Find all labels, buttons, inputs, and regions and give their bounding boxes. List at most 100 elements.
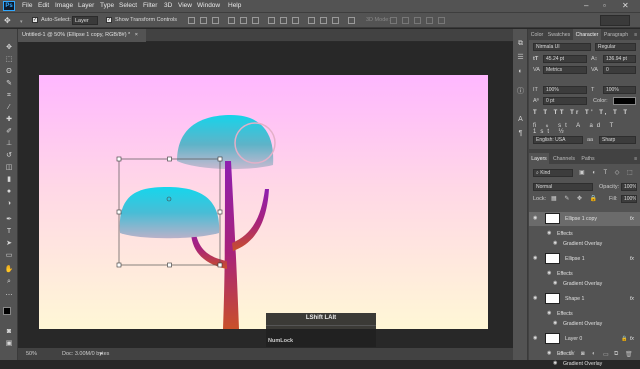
horizontal-scale-field[interactable]: 100% [603,86,636,94]
close-window-icon[interactable]: ✕ [622,1,629,10]
marquee-tool-icon[interactable]: ⬚ [4,55,14,64]
layer-row[interactable]: ◉ Layer 0 🔒 fx [529,332,640,346]
foreground-color-swatch[interactable] [3,307,11,315]
hand-tool-icon[interactable]: ✋ [4,265,14,274]
menu-layer[interactable]: Layer [78,2,94,9]
character-panel-icon[interactable]: A [516,115,525,124]
vertical-scale-field[interactable]: 100% [543,86,587,94]
document-tab[interactable]: Untitled-1 @ 50% (Ellipse 1 copy, RGB/8#… [18,29,146,42]
gradient-tool-icon[interactable]: ▮ [4,175,14,184]
screen-mode-icon[interactable]: ▣ [4,339,14,348]
effect-row[interactable]: ◉ Gradient Overlay [529,359,640,369]
tab-paths[interactable]: Paths [579,153,597,164]
3d-rotate-icon[interactable] [390,17,397,24]
tab-character[interactable]: Character [573,29,601,40]
layer-row[interactable]: ◉ Ellipse 1 copy fx [529,212,640,226]
quick-mask-icon[interactable]: ◙ [4,327,14,336]
align-right-icon[interactable] [252,17,259,24]
align-hcenter-icon[interactable] [240,17,247,24]
tab-paragraph[interactable]: Paragraph [602,29,630,40]
transform-handle-top-middle[interactable] [167,156,172,162]
distribute-vcenter-icon[interactable] [280,17,287,24]
leading-field[interactable]: 136.94 pt [603,55,636,63]
tab-color[interactable]: Color [529,29,545,40]
layer-thumbnail[interactable] [545,293,560,304]
menu-type[interactable]: Type [100,2,114,9]
effect-visibility-eye-icon[interactable]: ◉ [547,271,553,276]
auto-align-icon[interactable] [348,17,355,24]
quick-select-tool-icon[interactable]: ✎ [4,79,14,88]
zoom-tool-icon[interactable]: ⌕ [4,277,14,286]
path-selection-tool-icon[interactable]: ➤ [4,239,14,248]
layers-panel-menu-icon[interactable]: ≡ [631,153,640,164]
menu-file[interactable]: File [22,2,32,9]
layer-row[interactable]: ◉ Ellipse 1 fx [529,252,640,266]
font-style-select[interactable]: Regular [595,43,636,51]
transform-handle-bottom-middle[interactable] [167,262,172,268]
layer-fx-icon[interactable]: fx [630,296,634,302]
fill-field[interactable]: 100% [621,195,637,203]
distribute-left-icon[interactable] [308,17,315,24]
effect-row[interactable]: ◉ Gradient Overlay [529,279,640,289]
more-tools-icon[interactable]: ⋯ [4,291,14,300]
layer-row[interactable]: ◉ Shape 1 fx [529,292,640,306]
menu-edit[interactable]: Edit [38,2,49,9]
menu-view[interactable]: View [178,2,192,9]
paragraph-panel-icon[interactable]: ¶ [516,129,525,138]
3d-roll-icon[interactable] [402,17,409,24]
crop-tool-icon[interactable]: ⌗ [4,91,14,100]
effect-visibility-eye-icon[interactable]: ◉ [553,241,559,246]
antialias-select[interactable]: Sharp [599,136,636,144]
adjustment-icon[interactable]: ◐ [592,351,596,357]
minimize-icon[interactable]: – [584,1,588,10]
kerning-field[interactable]: Metrics [543,66,587,74]
effects-row[interactable]: ◉ Effects [529,269,640,279]
tab-layers[interactable]: Layers [529,153,549,164]
layer-fx-icon[interactable]: fx [630,256,634,262]
transform-handle-middle-left[interactable] [116,209,122,215]
move-tool-icon[interactable]: ✥ [4,43,14,52]
new-layer-icon[interactable]: ⧉ [614,351,618,358]
baseline-shift-field[interactable]: 0 pt [543,97,587,105]
menu-help[interactable]: Help [228,2,241,9]
layer-fx-icon[interactable]: fx [630,216,634,222]
menu-filter[interactable]: Filter [143,2,157,9]
rectangle-tool-icon[interactable]: ▭ [4,251,14,260]
trash-icon[interactable]: 🗑 [625,351,633,358]
distribute-right-icon[interactable] [332,17,339,24]
canvas-area[interactable] [18,42,513,348]
show-transform-checkbox[interactable]: ✓ [106,17,112,23]
fx-icon[interactable]: fx [570,351,575,357]
panel-menu-icon[interactable]: ≡ [631,29,640,40]
lasso-tool-icon[interactable]: ʘ [4,67,14,76]
blend-mode-select[interactable]: Normal [533,183,593,191]
text-style-buttons[interactable]: T T TT Tr T' T, T T [533,110,636,119]
effects-row[interactable]: ◉ Effects [529,309,640,319]
align-top-icon[interactable] [188,17,195,24]
eyedropper-tool-icon[interactable]: ⁄ [4,103,14,112]
transform-handle-bottom-right[interactable] [217,262,223,268]
pen-tool-icon[interactable]: ✒ [4,215,14,224]
mask-icon[interactable]: ◙ [581,351,585,357]
zoom-level[interactable]: 50% [26,351,37,357]
blur-tool-icon[interactable]: ● [4,187,14,196]
distribute-hcenter-icon[interactable] [320,17,327,24]
menu-window[interactable]: Window [197,2,220,9]
effect-visibility-eye-icon[interactable]: ◉ [547,311,553,316]
menu-select[interactable]: Select [119,2,137,9]
align-left-icon[interactable] [228,17,235,24]
auto-select-checkbox[interactable]: ✓ [32,17,38,23]
effect-visibility-eye-icon[interactable]: ◉ [553,361,559,366]
group-icon[interactable]: ▭ [603,351,609,358]
effect-visibility-eye-icon[interactable]: ◉ [547,231,553,236]
document-canvas[interactable] [39,75,488,329]
distribute-top-icon[interactable] [268,17,275,24]
3d-slide-icon[interactable] [426,17,433,24]
3d-drag-icon[interactable] [414,17,421,24]
layer-fx-icon[interactable]: fx [630,336,634,342]
font-size-field[interactable]: 45.24 pt [543,55,587,63]
transform-handle-top-left[interactable] [116,156,122,162]
workspace-switcher[interactable] [600,15,630,26]
adjustments-panel-icon[interactable]: ◐ [516,67,525,76]
align-bottom-icon[interactable] [212,17,219,24]
